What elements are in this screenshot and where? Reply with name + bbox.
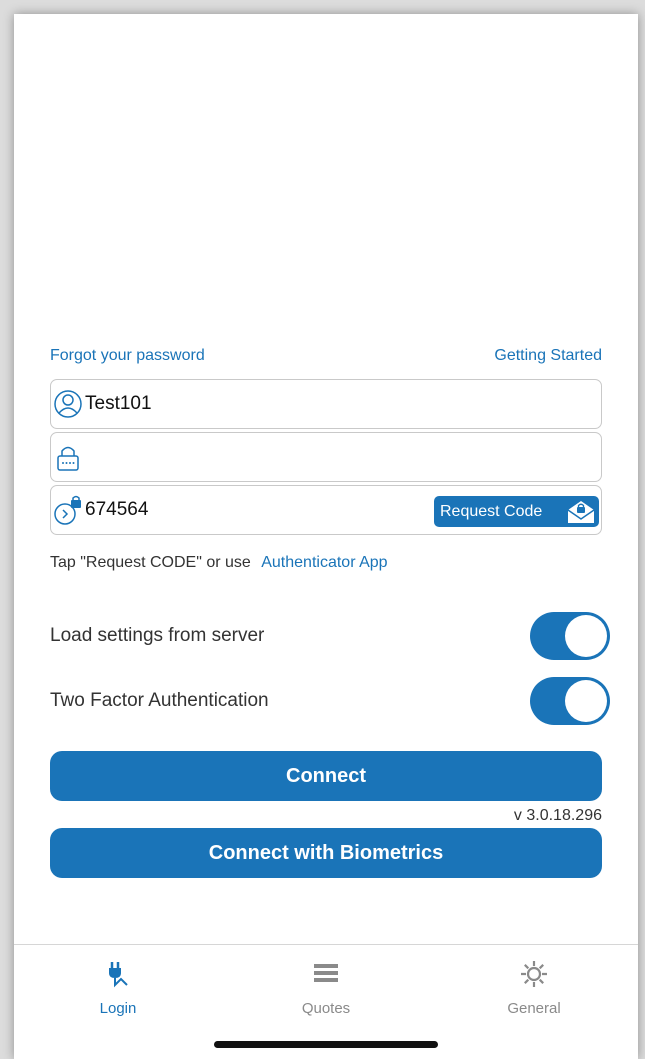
request-code-button[interactable]: Request Code (434, 496, 599, 527)
user-icon (54, 390, 82, 418)
home-indicator[interactable] (214, 1041, 438, 1048)
code-help-text: Tap "Request CODE" or use Authenticator … (50, 554, 388, 572)
envelope-lock-icon (567, 501, 595, 523)
username-field[interactable]: Test101 (50, 379, 602, 429)
forgot-password-link[interactable]: Forgot your password (50, 347, 205, 365)
tab-quotes-label: Quotes (301, 1000, 351, 1017)
list-icon (314, 964, 338, 982)
toggle-knob (565, 615, 607, 657)
request-code-label: Request Code (440, 503, 543, 520)
two-factor-toggle[interactable] (530, 677, 610, 725)
tab-quotes[interactable]: Quotes (256, 945, 396, 1035)
version-label: v 3.0.18.296 (513, 807, 602, 824)
load-settings-label: Load settings from server (50, 625, 265, 646)
connect-button[interactable]: Connect (50, 751, 602, 801)
load-settings-row: Load settings from server (50, 612, 610, 660)
code-value: 674564 (85, 499, 149, 520)
code-lock-icon (54, 495, 81, 525)
toggle-knob (565, 680, 607, 722)
getting-started-link[interactable]: Getting Started (494, 347, 602, 365)
tab-general-label: General (507, 1000, 561, 1017)
tab-login[interactable]: Login (48, 945, 188, 1035)
code-field[interactable]: 674564 Request Code (50, 485, 602, 535)
code-help-label: Tap "Request CODE" or use (50, 554, 251, 571)
plug-icon (109, 962, 128, 988)
connect-biometrics-button[interactable]: Connect with Biometrics (50, 828, 602, 878)
authenticator-app-link[interactable]: Authenticator App (261, 554, 387, 571)
username-value: Test101 (85, 393, 152, 414)
password-field[interactable] (50, 432, 602, 482)
gear-icon (521, 961, 547, 987)
tab-login-label: Login (99, 1000, 137, 1017)
two-factor-label: Two Factor Authentication (50, 690, 269, 711)
lock-icon (57, 446, 79, 471)
tab-general[interactable]: General (464, 945, 604, 1035)
login-screen: Forgot your password Getting Started Tes… (14, 14, 638, 1059)
load-settings-toggle[interactable] (530, 612, 610, 660)
two-factor-row: Two Factor Authentication (50, 677, 610, 725)
